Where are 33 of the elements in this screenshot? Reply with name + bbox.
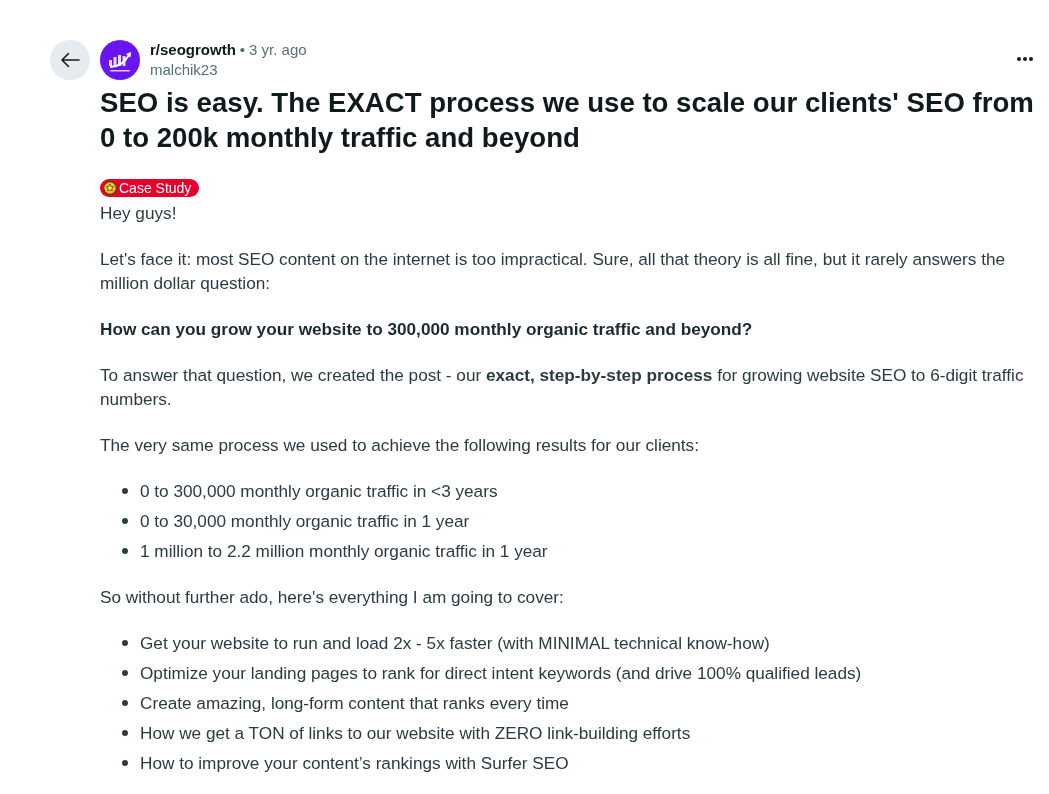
post-paragraph: How can you grow your website to 300,000 monthly organic traffic and beyond?: [100, 318, 754, 341]
bullet-icon: [122, 670, 128, 676]
subreddit-avatar-icon: [100, 40, 140, 80]
back-arrow-icon: [60, 52, 80, 68]
bullet-icon: [122, 488, 128, 494]
bullet-icon: [122, 730, 128, 736]
subreddit-link[interactable]: r/seogrowth: [150, 40, 236, 59]
post-paragraph: So without further ado, here's everything I am going to cover:: [100, 586, 565, 609]
list-item: Get your website to run and load 2x - 5x faster (with MINIMAL technical know-how): [140, 632, 770, 655]
post-time: 3 yr. ago: [249, 40, 307, 59]
list-item: 1 million to 2.2 million monthly organic traffic in 1 year: [140, 540, 548, 563]
star-coin-icon: [103, 181, 117, 195]
flair-tag[interactable]: Case Study: [100, 179, 200, 197]
post-paragraph: Let's face it: most SEO content on the internet is too impractical. Sure, all that theory is all fine, but it rarely answers the million dollar question:: [100, 248, 1007, 295]
post-paragraph: To answer that question, we created the post - our exact, step-by-step process for growing website SEO to 6-digit traffic numbers.: [100, 364, 1025, 411]
bullet-icon: [122, 518, 128, 524]
more-icon: [1017, 57, 1033, 61]
bullet-icon: [122, 548, 128, 554]
author-link[interactable]: malchik23: [150, 60, 307, 79]
list-item: Optimize your landing pages to rank for direct intent keywords (and drive 100% qualified leads): [140, 662, 862, 685]
back-button[interactable]: [50, 40, 90, 80]
post-title: SEO is easy. The EXACT process we use to scale our clients' SEO from 0 to 200k monthly traffic and beyond: [100, 86, 1035, 155]
list-item: How we get a TON of links to our website with ZERO link-building efforts: [140, 722, 691, 745]
list-item: Create amazing, long-form content that ranks every time: [140, 692, 569, 715]
bullet-icon: [122, 640, 128, 646]
list-item: 0 to 300,000 monthly organic traffic in <3 years: [140, 480, 498, 503]
post-paragraph: Hey guys!: [100, 202, 178, 225]
meta-separator: •: [239, 40, 246, 59]
post-paragraph: The very same process we used to achieve the following results for our clients:: [100, 434, 700, 457]
list-item: How to improve your content’s rankings with Surfer SEO: [140, 752, 569, 775]
bullet-icon: [122, 760, 128, 766]
list-item: 0 to 30,000 monthly organic traffic in 1 year: [140, 510, 470, 533]
bullet-icon: [122, 700, 128, 706]
